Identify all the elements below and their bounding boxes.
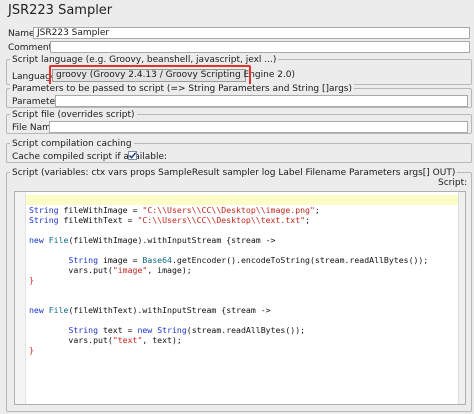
code-line: String text = new String(stream.readAllB… [68,325,306,335]
code-line: } [29,275,34,285]
editor-gutter [15,192,26,404]
script-code: String fileWithImage = "C:\\Users\\CC\\D… [29,195,428,355]
script-legend: Script (variables: ctx vars props Sample… [10,168,458,178]
cache-checkbox[interactable] [128,151,137,160]
script-editor[interactable]: String fileWithImage = "C:\\Users\\CC\\D… [14,191,466,405]
code-line: } [29,345,34,355]
highlight-annotation [49,65,251,86]
comments-field[interactable] [50,41,470,53]
name-field[interactable]: JSR223 Sampler [33,27,470,39]
code-line: String fileWithImage = "C:\\Users\\CC\\D… [29,205,320,215]
window-title: JSR223 Sampler [8,3,113,18]
cache-label: Cache compiled script if available: [12,152,168,162]
script-language-legend: Script language (e.g. Groovy, beanshell,… [10,55,279,65]
code-line: String image = Base64.getEncoder().encod… [68,255,429,265]
code-line: new File(fileWithText).withInputStream {… [29,305,271,315]
editor-scrollbar[interactable] [458,192,465,404]
script-header-label: Script: [438,178,468,188]
caching-legend: Script compilation caching [10,139,134,149]
code-line: new File(fileWithImage).withInputStream … [29,235,276,245]
script-file-legend: Script file (overrides script) [10,110,137,120]
parameters-field[interactable] [55,95,468,107]
file-name-field[interactable] [49,121,468,133]
checkmark-icon [128,152,137,159]
parameters-legend: Parameters to be passed to script (=> St… [10,84,354,94]
code-line: String fileWithText = "C:\\Users\\CC\\De… [29,215,310,225]
code-line: vars.put("image", image); [29,265,192,275]
code-line: vars.put("text", text); [29,335,182,345]
